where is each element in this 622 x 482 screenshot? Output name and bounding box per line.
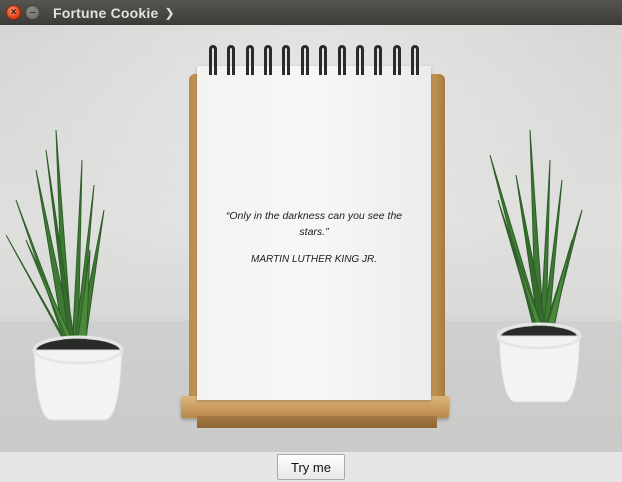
notebook-ring [264,45,273,75]
notebook-ring [337,45,346,75]
notebook-ring [355,45,364,75]
notebook-ring [209,45,217,75]
close-icon[interactable]: × [6,5,21,20]
notebook-ring [410,45,419,75]
notebook-ring [319,45,328,75]
window-title: Fortune Cookie [53,4,159,21]
right-plant-image [486,130,596,430]
notebook-ring [282,45,291,75]
chevron-right-icon[interactable]: ❯ [164,6,174,20]
stand-base [197,416,437,428]
notebook-ring [300,45,309,75]
title-bar: × – Fortune Cookie ❯ [0,0,622,25]
fortune-quote: “Only in the darkness can you see the st… [225,210,403,238]
close-glyph: × [10,6,17,18]
notebook-rings [209,45,419,75]
notebook-ring [392,45,401,75]
fortune-author: MARTIN LUTHER KING JR. [251,254,377,265]
notebook-ring [227,45,236,75]
minimize-glyph: – [29,6,36,18]
minimize-icon[interactable]: – [25,5,40,20]
try-me-button[interactable]: Try me [277,454,345,480]
notebook-ring [374,45,383,75]
notebook-ring [245,45,254,75]
left-plant-image [6,130,136,430]
fortune-image: “Only in the darkness can you see the st… [0,25,622,452]
